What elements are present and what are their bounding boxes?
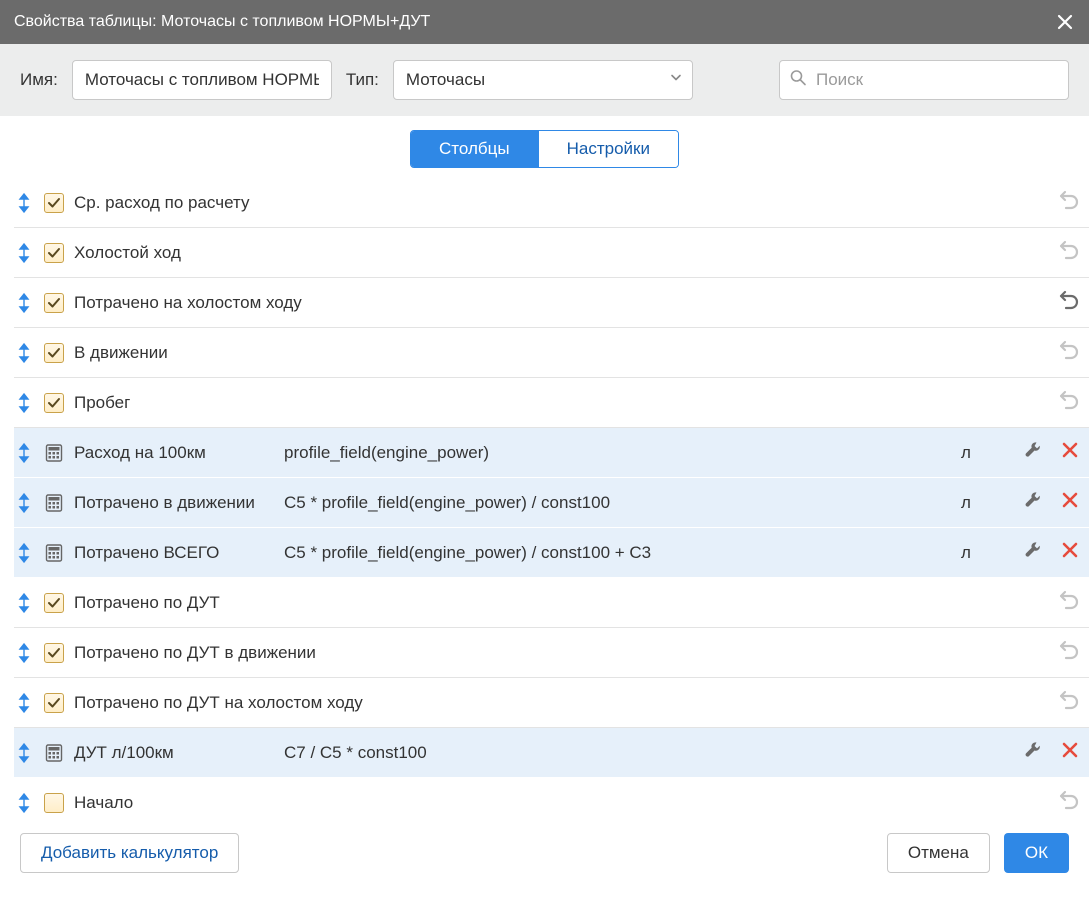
add-calculator-button[interactable]: Добавить калькулятор — [20, 833, 239, 873]
delete-icon[interactable] — [1061, 741, 1079, 764]
column-label: ДУТ л/100км — [74, 743, 274, 763]
drag-handle-icon[interactable] — [14, 592, 34, 614]
undo-icon[interactable] — [1057, 190, 1079, 215]
delete-icon[interactable] — [1061, 441, 1079, 464]
ok-button[interactable]: ОК — [1004, 833, 1069, 873]
dialog: Свойства таблицы: Моточасы с топливом НО… — [0, 0, 1089, 899]
wrench-icon[interactable] — [1023, 540, 1043, 565]
column-label: Холостой ход — [74, 243, 1035, 263]
column-checkbox[interactable] — [44, 643, 64, 663]
calculator-icon — [44, 443, 64, 463]
column-formula: C5 * profile_field(engine_power) / const… — [284, 543, 951, 563]
column-row: Пробег — [14, 378, 1089, 428]
column-unit: л — [961, 443, 1001, 463]
wrench-icon[interactable] — [1023, 740, 1043, 765]
drag-handle-icon[interactable] — [14, 192, 34, 214]
tab-columns[interactable]: Столбцы — [411, 131, 538, 167]
drag-handle-icon[interactable] — [14, 292, 34, 314]
drag-handle-icon[interactable] — [14, 542, 34, 564]
dialog-title: Свойства таблицы: Моточасы с топливом НО… — [14, 13, 430, 31]
calculator-icon — [44, 493, 64, 513]
wrench-icon[interactable] — [1023, 490, 1043, 515]
tabs: Столбцы Настройки — [0, 116, 1089, 178]
drag-handle-icon[interactable] — [14, 742, 34, 764]
type-select-value: Моточасы — [406, 70, 485, 90]
footer: Добавить калькулятор Отмена ОК — [0, 815, 1089, 899]
column-row: Ср. расход по расчету — [14, 178, 1089, 228]
drag-handle-icon[interactable] — [14, 792, 34, 814]
undo-icon[interactable] — [1057, 790, 1079, 815]
undo-icon[interactable] — [1057, 640, 1079, 665]
column-row: Расход на 100км profile_field(engine_powe… — [14, 428, 1089, 478]
column-row: Потрачено на холостом ходу — [14, 278, 1089, 328]
column-label: Потрачено ВСЕГО — [74, 543, 274, 563]
type-select[interactable]: Моточасы — [393, 60, 693, 100]
column-formula: C7 / C5 * const100 — [284, 743, 951, 763]
titlebar: Свойства таблицы: Моточасы с топливом НО… — [0, 0, 1089, 44]
column-row: Потрачено по ДУТ — [14, 578, 1089, 628]
column-label: Пробег — [74, 393, 1035, 413]
columns-list: Ср. расход по расчету Холостой ход Потраче… — [0, 178, 1089, 815]
undo-icon[interactable] — [1057, 390, 1079, 415]
drag-handle-icon[interactable] — [14, 692, 34, 714]
drag-handle-icon[interactable] — [14, 242, 34, 264]
column-unit: л — [961, 543, 1001, 563]
drag-handle-icon[interactable] — [14, 442, 34, 464]
type-label: Тип: — [346, 70, 379, 90]
column-checkbox[interactable] — [44, 293, 64, 313]
column-row: Холостой ход — [14, 228, 1089, 278]
column-formula: profile_field(engine_power) — [284, 443, 951, 463]
column-checkbox[interactable] — [44, 243, 64, 263]
column-row: Потрачено ВСЕГО C5 * profile_field(engine… — [14, 528, 1089, 578]
column-checkbox[interactable] — [44, 343, 64, 363]
column-checkbox[interactable] — [44, 593, 64, 613]
drag-handle-icon[interactable] — [14, 342, 34, 364]
drag-handle-icon[interactable] — [14, 642, 34, 664]
undo-icon[interactable] — [1057, 290, 1079, 315]
column-label: Ср. расход по расчету — [74, 193, 1035, 213]
column-formula: C5 * profile_field(engine_power) / const… — [284, 493, 951, 513]
column-label: Потрачено по ДУТ — [74, 593, 1035, 613]
name-label: Имя: — [20, 70, 58, 90]
column-row: В движении — [14, 328, 1089, 378]
column-row: Потрачено в движении C5 * profile_field(e… — [14, 478, 1089, 528]
undo-icon[interactable] — [1057, 240, 1079, 265]
column-label: Расход на 100км — [74, 443, 274, 463]
name-input[interactable] — [72, 60, 332, 100]
undo-icon[interactable] — [1057, 590, 1079, 615]
wrench-icon[interactable] — [1023, 440, 1043, 465]
drag-handle-icon[interactable] — [14, 392, 34, 414]
undo-icon[interactable] — [1057, 340, 1079, 365]
calculator-icon — [44, 743, 64, 763]
column-checkbox[interactable] — [44, 193, 64, 213]
column-checkbox[interactable] — [44, 393, 64, 413]
column-row: Начало — [14, 778, 1089, 815]
column-checkbox[interactable] — [44, 693, 64, 713]
column-unit: л — [961, 493, 1001, 513]
delete-icon[interactable] — [1061, 491, 1079, 514]
calculator-icon — [44, 543, 64, 563]
top-form: Имя: Тип: Моточасы — [0, 44, 1089, 116]
column-label: Потрачено в движении — [74, 493, 274, 513]
column-row: Потрачено по ДУТ в движении — [14, 628, 1089, 678]
column-row: ДУТ л/100км C7 / C5 * const100 — [14, 728, 1089, 778]
column-row: Потрачено по ДУТ на холостом ходу — [14, 678, 1089, 728]
column-label: Потрачено по ДУТ в движении — [74, 643, 1035, 663]
drag-handle-icon[interactable] — [14, 492, 34, 514]
undo-icon[interactable] — [1057, 690, 1079, 715]
column-label: В движении — [74, 343, 1035, 363]
column-label: Начало — [74, 793, 1035, 813]
tab-settings[interactable]: Настройки — [538, 131, 678, 167]
column-checkbox[interactable] — [44, 793, 64, 813]
cancel-button[interactable]: Отмена — [887, 833, 990, 873]
search-input[interactable] — [779, 60, 1069, 100]
close-icon[interactable] — [1055, 12, 1075, 32]
column-label: Потрачено на холостом ходу — [74, 293, 1035, 313]
delete-icon[interactable] — [1061, 541, 1079, 564]
column-label: Потрачено по ДУТ на холостом ходу — [74, 693, 1035, 713]
